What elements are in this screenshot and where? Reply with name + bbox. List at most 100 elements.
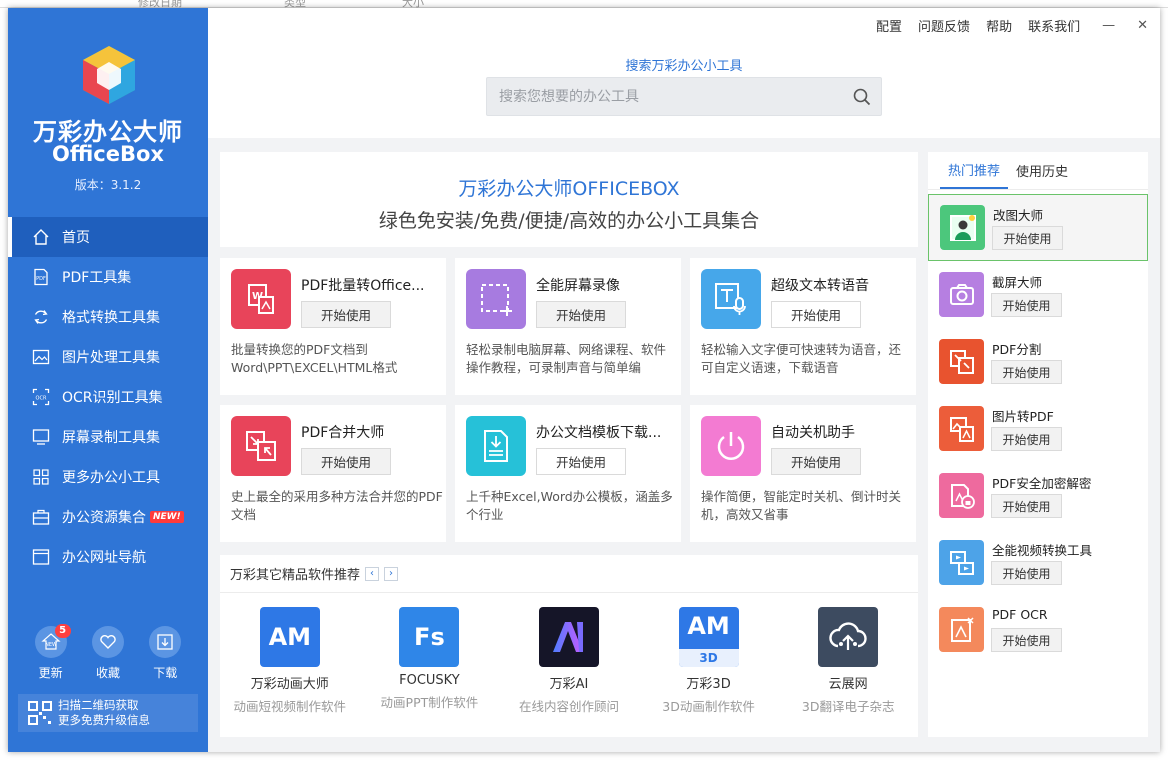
sidebar-item-ocr-tools[interactable]: OCR OCR识别工具集 bbox=[8, 377, 208, 417]
screenshot-camera-icon bbox=[939, 272, 984, 317]
hot-item-image-to-pdf[interactable]: 图片转PDF 开始使用 bbox=[928, 396, 1148, 463]
focusky-logo-icon: Fs bbox=[399, 607, 460, 667]
help-link[interactable]: 帮助 bbox=[986, 16, 1012, 35]
hot-item-pdf-split[interactable]: PDF分割 开始使用 bbox=[928, 329, 1148, 396]
recommend-item-wancai-3d[interactable]: AM 3D 万彩3D 3D动画制作软件 bbox=[639, 607, 779, 715]
qr-line-1: 扫描二维码获取 bbox=[58, 698, 139, 712]
start-button[interactable]: 开始使用 bbox=[301, 448, 391, 475]
update-label: 更新 bbox=[38, 666, 63, 680]
sidebar-item-format-convert[interactable]: 格式转换工具集 bbox=[8, 297, 208, 337]
sidebar-item-label: 屏幕录制工具集 bbox=[62, 430, 160, 446]
start-button[interactable]: 开始使用 bbox=[991, 561, 1062, 585]
tool-card-pdf-merge[interactable]: PDF合并大师 开始使用 史上最全的采用多种方法合并您的PDF文档 bbox=[220, 405, 446, 542]
tool-desc: 上千种Excel,Word办公模板，涵盖多个行业 bbox=[466, 489, 673, 522]
sidebar-item-screen-record[interactable]: 屏幕录制工具集 bbox=[8, 417, 208, 457]
start-button[interactable]: 开始使用 bbox=[991, 293, 1062, 317]
briefcase-icon bbox=[32, 509, 50, 525]
search-icon[interactable] bbox=[853, 88, 871, 106]
tool-card-pdf-to-office[interactable]: W PDF批量转Office... 开始使用 批量转换您的PDF文档到Word\… bbox=[220, 258, 446, 395]
sidebar-item-label: PDF工具集 bbox=[62, 270, 132, 286]
tool-card-screen-recorder[interactable]: 全能屏幕录像 开始使用 轻松录制电脑屏幕、网络课程、软件操作教程，可录制声音与简… bbox=[455, 258, 681, 395]
power-icon bbox=[701, 416, 761, 476]
start-button[interactable]: 开始使用 bbox=[536, 448, 626, 475]
right-panel: 热门推荐 使用历史 改图大师 开始使用 截屏大师 开始使用 PDF分割 开始使用 bbox=[928, 152, 1148, 737]
start-button[interactable]: 开始使用 bbox=[992, 226, 1063, 250]
sidebar-item-pdf-tools[interactable]: PDF PDF工具集 bbox=[8, 257, 208, 297]
tool-desc: 轻松录制电脑屏幕、网络课程、软件操作教程，可录制声音与简单编 bbox=[466, 342, 667, 375]
sidebar-item-image-tools[interactable]: 图片处理工具集 bbox=[8, 337, 208, 377]
animiz-logo-icon: AM bbox=[259, 607, 320, 667]
close-button[interactable]: ✕ bbox=[1137, 18, 1148, 33]
start-button[interactable]: 开始使用 bbox=[991, 427, 1062, 451]
sidebar-item-home[interactable]: 首页 bbox=[8, 217, 208, 257]
tool-card-text-to-speech[interactable]: 超级文本转语音 开始使用 轻松输入文字便可快速转为语音，还可自定义语速，下载语音 bbox=[690, 258, 916, 395]
recommend-item-yunzhan[interactable]: 云展网 3D翻译电子杂志 bbox=[778, 607, 918, 715]
hot-item-image-editor[interactable]: 改图大师 开始使用 bbox=[928, 194, 1148, 261]
search-input[interactable] bbox=[499, 78, 839, 115]
hot-item-name: PDF OCR bbox=[992, 607, 1048, 622]
start-button[interactable]: 开始使用 bbox=[991, 628, 1062, 652]
contact-link[interactable]: 联系我们 bbox=[1028, 16, 1080, 35]
cloud-upload-icon bbox=[818, 607, 879, 667]
start-button[interactable]: 开始使用 bbox=[301, 301, 391, 328]
tab-history[interactable]: 使用历史 bbox=[1008, 152, 1076, 189]
pdf-split-icon bbox=[939, 339, 984, 384]
tool-title: 超级文本转语音 bbox=[771, 278, 869, 294]
tool-card-doc-templates[interactable]: 办公文档模板下载... 开始使用 上千种Excel,Word办公模板，涵盖多个行… bbox=[455, 405, 681, 542]
home-icon bbox=[33, 229, 49, 245]
welcome-banner: 万彩办公大师OFFICEBOX 绿色免安装/免费/便捷/高效的办公小工具集合 bbox=[220, 152, 918, 247]
favorites-label: 收藏 bbox=[95, 666, 120, 680]
template-download-icon bbox=[466, 416, 526, 476]
grid-icon bbox=[33, 469, 49, 485]
video-convert-icon bbox=[939, 540, 984, 585]
officebox-logo-icon bbox=[83, 46, 135, 104]
recommend-item-animiz[interactable]: AM 万彩动画大师 动画短视频制作软件 bbox=[220, 607, 360, 715]
sidebar-item-label: 图片处理工具集 bbox=[62, 350, 160, 366]
qr-promo[interactable]: 扫描二维码获取 更多免费升级信息 bbox=[18, 694, 198, 732]
hot-item-pdf-ocr[interactable]: PDF OCR 开始使用 bbox=[928, 597, 1148, 664]
hot-item-name: PDF安全加密解密 bbox=[992, 476, 1092, 491]
sidebar-item-more-tools[interactable]: 更多办公小工具 bbox=[8, 457, 208, 497]
settings-link[interactable]: 配置 bbox=[876, 16, 902, 35]
next-arrow-button[interactable]: › bbox=[384, 566, 399, 581]
update-button[interactable]: NEW 5 更新 bbox=[26, 624, 76, 681]
image-icon bbox=[32, 349, 50, 365]
tool-desc: 批量转换您的PDF文档到Word\PPT\EXCEL\HTML格式 bbox=[231, 342, 398, 375]
prev-arrow-button[interactable]: ‹ bbox=[365, 566, 380, 581]
start-button[interactable]: 开始使用 bbox=[771, 448, 861, 475]
recommend-item-focusky[interactable]: Fs FOCUSKY 动画PPT制作软件 bbox=[360, 607, 500, 715]
wancai-3d-logo-icon: AM 3D bbox=[678, 607, 739, 667]
wancai-3d-logo-text: AM bbox=[687, 612, 730, 640]
sidebar-item-label: 首页 bbox=[62, 230, 90, 246]
hot-item-screenshot[interactable]: 截屏大师 开始使用 bbox=[928, 262, 1148, 329]
tool-title: 全能屏幕录像 bbox=[536, 278, 620, 294]
animiz-logo-text: AM bbox=[268, 623, 312, 651]
search-label: 搜索万彩办公小工具 bbox=[625, 59, 743, 74]
app-subtitle: OfficeBox bbox=[52, 142, 164, 166]
hot-item-pdf-encrypt[interactable]: PDF安全加密解密 开始使用 bbox=[928, 463, 1148, 530]
feedback-link[interactable]: 问题反馈 bbox=[918, 16, 970, 35]
pdf-merge-icon bbox=[231, 416, 291, 476]
bg-column-size: 大小 bbox=[402, 0, 424, 8]
start-button[interactable]: 开始使用 bbox=[991, 360, 1062, 384]
favorites-button[interactable]: 收藏 bbox=[83, 626, 133, 681]
tool-desc: 轻松输入文字便可快速转为语音，还可自定义语速，下载语音 bbox=[701, 342, 902, 375]
recommend-title: 万彩其它精品软件推荐 bbox=[230, 568, 361, 583]
sidebar-item-office-resources[interactable]: 办公资源集合 NEW! bbox=[8, 497, 208, 537]
tab-hot-recommend[interactable]: 热门推荐 bbox=[940, 152, 1009, 189]
recommend-header: 万彩其它精品软件推荐 ‹ › bbox=[220, 555, 918, 593]
sidebar-nav: 首页 PDF PDF工具集 格式转换工具集 图片处理工具集 OCR OCR识别工… bbox=[8, 217, 208, 577]
start-button[interactable]: 开始使用 bbox=[771, 301, 861, 328]
sidebar-item-web-nav[interactable]: 办公网址导航 bbox=[8, 537, 208, 577]
hot-item-name: PDF分割 bbox=[992, 342, 1042, 357]
hot-item-video-converter[interactable]: 全能视频转换工具 开始使用 bbox=[928, 530, 1148, 597]
minimize-button[interactable]: — bbox=[1102, 18, 1115, 33]
start-button[interactable]: 开始使用 bbox=[536, 301, 626, 328]
tool-card-auto-shutdown[interactable]: 自动关机助手 开始使用 操作简便，智能定时关机、倒计时关机，高效又省事 bbox=[690, 405, 916, 542]
wancai-ai-logo-icon bbox=[538, 607, 599, 667]
tool-title: 自动关机助手 bbox=[771, 425, 855, 441]
start-button[interactable]: 开始使用 bbox=[991, 494, 1062, 518]
download-button[interactable]: 下载 bbox=[140, 626, 190, 681]
recommend-desc: 3D翻译电子杂志 bbox=[801, 699, 895, 714]
recommend-item-wancai-ai[interactable]: 万彩AI 在线内容创作顾问 bbox=[499, 607, 639, 715]
